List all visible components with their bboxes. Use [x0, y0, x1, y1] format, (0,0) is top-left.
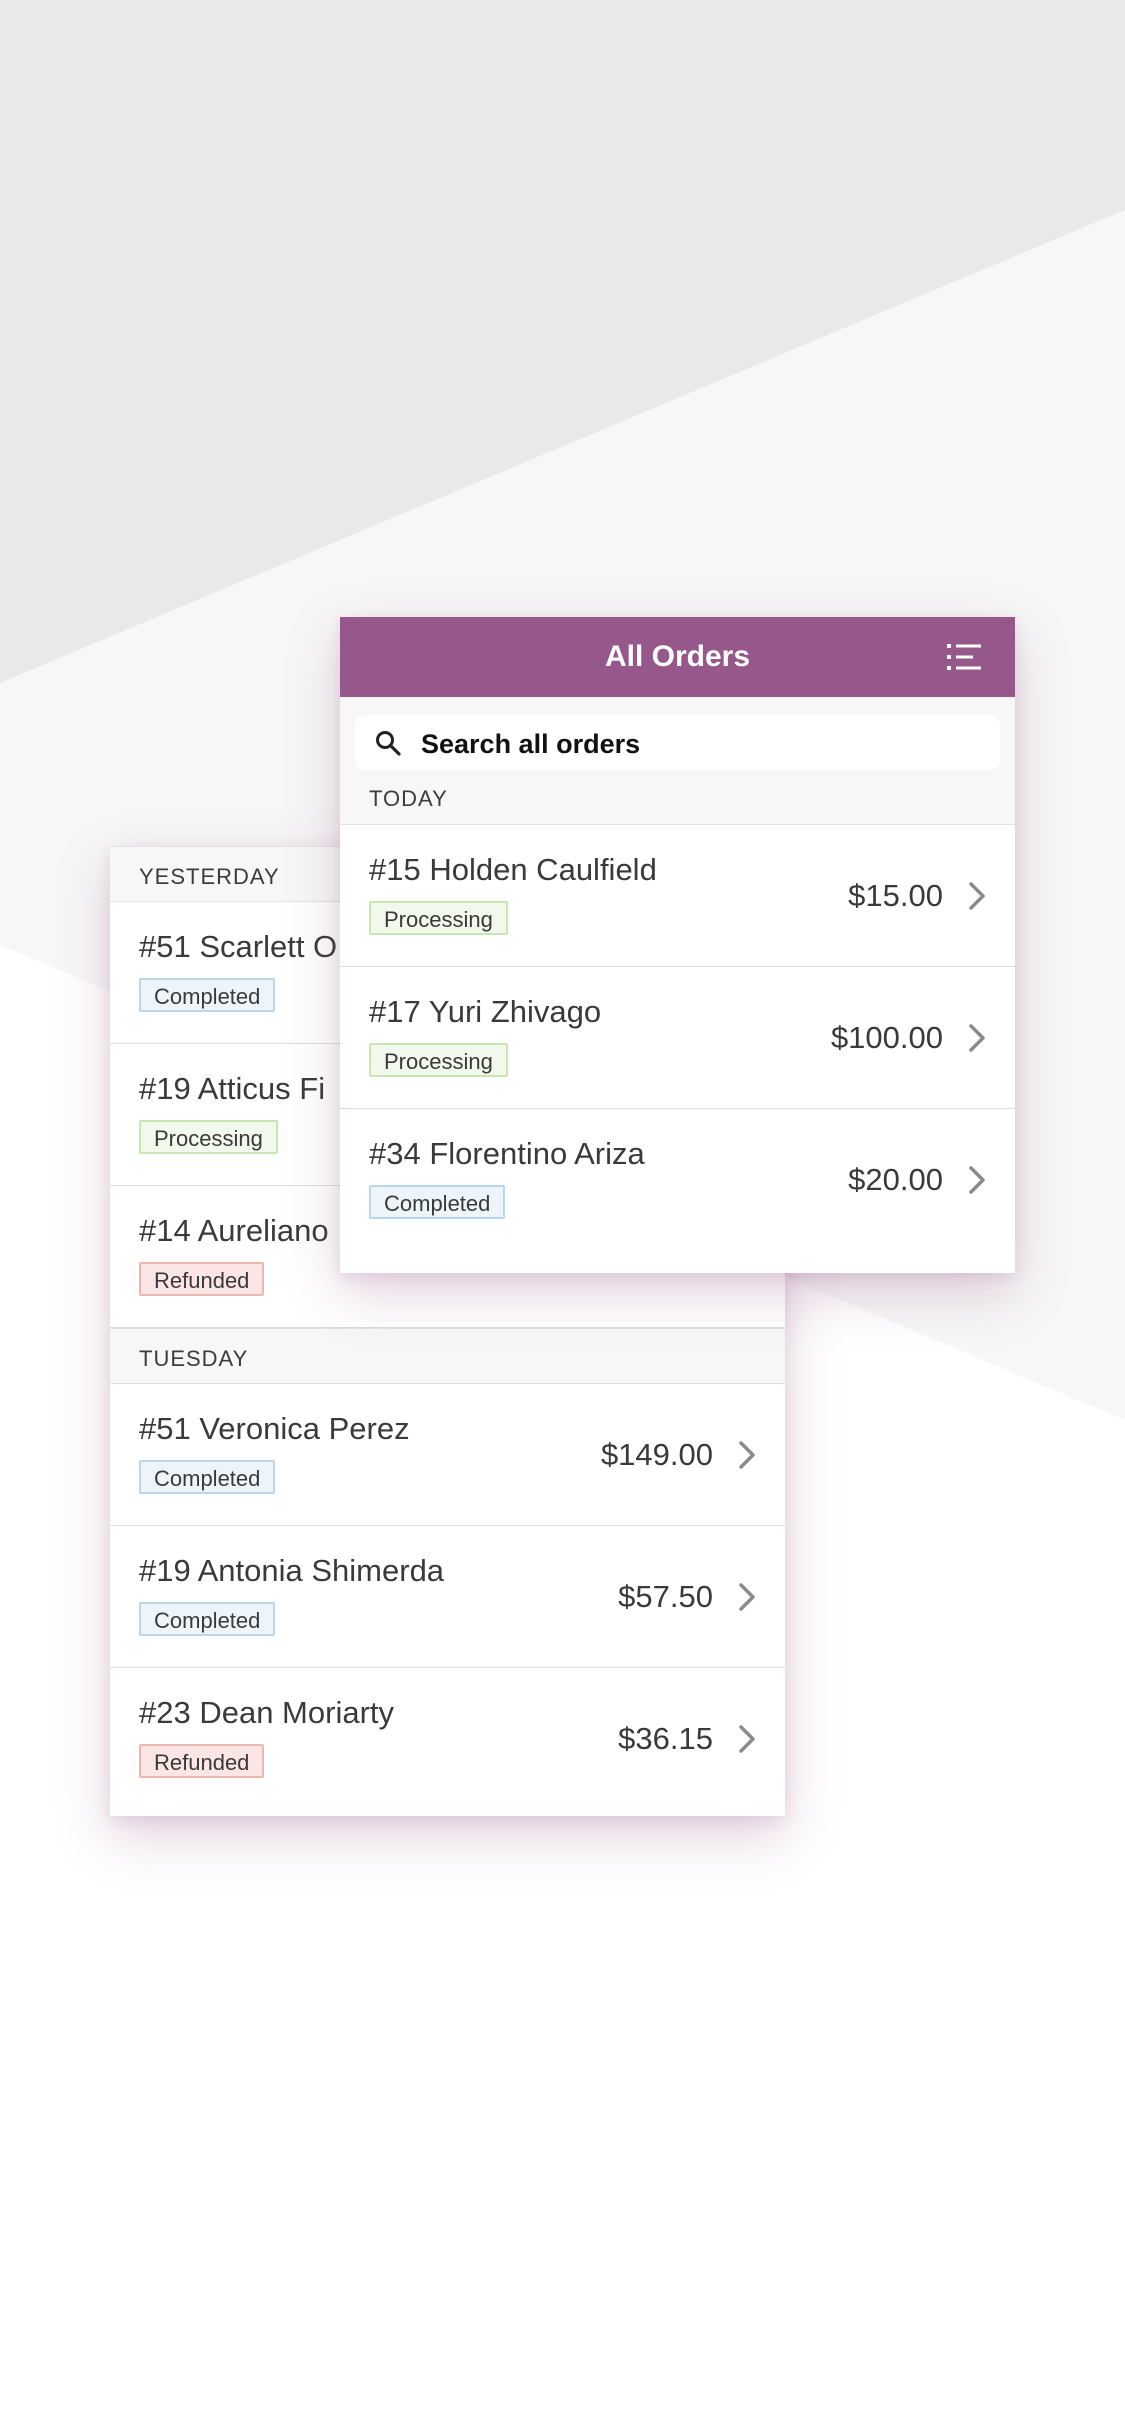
status-badge: Processing — [139, 1120, 278, 1154]
order-row[interactable]: #51 Veronica Perez Completed $149.00 — [110, 1384, 785, 1526]
chevron-right-icon — [969, 882, 985, 910]
all-orders-card: All Orders Search all orders TODAY #15 H… — [340, 617, 1015, 1273]
page-title: All Orders — [604, 640, 751, 673]
status-badge: Completed — [369, 1185, 506, 1219]
order-name: #14 Aureliano — [139, 1213, 329, 1248]
status-badge: Completed — [139, 978, 276, 1012]
order-row[interactable]: #15 Holden Caulfield Processing $15.00 — [340, 825, 1015, 967]
order-name: #34 Florentino Ariza — [369, 1136, 645, 1171]
status-badge: Completed — [139, 1460, 276, 1494]
order-row[interactable]: #34 Florentino Ariza Completed $20.00 — [340, 1109, 1015, 1251]
order-row[interactable]: #23 Dean Moriarty Refunded $36.15 — [110, 1668, 785, 1810]
order-name: #51 Scarlett O — [139, 929, 338, 964]
order-amount: $100.00 — [830, 1020, 943, 1055]
order-row[interactable]: #19 Antonia Shimerda Completed $57.50 — [110, 1526, 785, 1668]
order-amount: $15.00 — [848, 878, 943, 913]
chevron-right-icon — [969, 1166, 985, 1194]
order-name: #19 Antonia Shimerda — [139, 1553, 445, 1588]
status-badge: Processing — [369, 1043, 508, 1077]
order-amount: $36.15 — [618, 1721, 713, 1756]
search-input[interactable]: Search all orders — [355, 715, 1000, 770]
order-name: #19 Atticus Fi — [139, 1071, 326, 1106]
chevron-right-icon — [739, 1583, 755, 1611]
header-bar: All Orders — [340, 617, 1015, 697]
order-amount: $20.00 — [848, 1162, 943, 1197]
order-row[interactable]: #17 Yuri Zhivago Processing $100.00 — [340, 967, 1015, 1109]
status-badge: Completed — [139, 1602, 276, 1636]
order-amount: $57.50 — [618, 1579, 713, 1614]
status-badge: Refunded — [139, 1744, 265, 1778]
list-filter-icon[interactable] — [947, 643, 981, 671]
section-header-today: TODAY — [340, 769, 1015, 825]
order-name: #51 Veronica Perez — [139, 1411, 410, 1446]
order-name: #15 Holden Caulfield — [369, 852, 657, 887]
chevron-right-icon — [739, 1441, 755, 1469]
chevron-right-icon — [739, 1725, 755, 1753]
search-placeholder: Search all orders — [421, 729, 641, 759]
search-icon — [376, 731, 401, 756]
status-badge: Refunded — [139, 1262, 265, 1296]
section-header-tuesday: TUESDAY — [110, 1328, 785, 1384]
order-amount: $149.00 — [600, 1437, 713, 1472]
chevron-right-icon — [969, 1024, 985, 1052]
order-name: #17 Yuri Zhivago — [369, 994, 602, 1029]
search-container: Search all orders — [340, 697, 1015, 770]
order-name: #23 Dean Moriarty — [139, 1695, 395, 1730]
status-badge: Processing — [369, 901, 508, 935]
